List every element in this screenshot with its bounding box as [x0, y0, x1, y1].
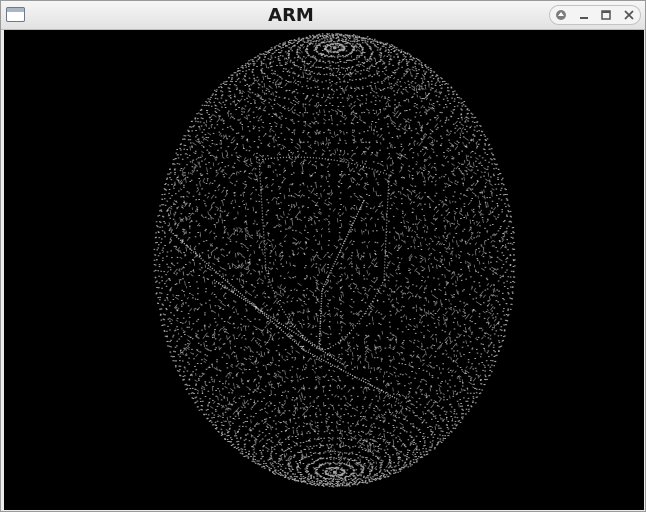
window-title: ARM: [268, 5, 314, 26]
ellipsoid-shell: [153, 33, 516, 488]
interior-hatching: [162, 40, 508, 481]
maximize-icon[interactable]: [597, 6, 615, 24]
diagonal-bands: [168, 199, 400, 401]
app-window: ARM: [0, 0, 646, 512]
close-icon[interactable]: [620, 6, 638, 24]
window-controls: [549, 5, 641, 25]
point-cloud: [153, 33, 516, 488]
shade-icon[interactable]: [552, 6, 570, 24]
render-canvas[interactable]: [4, 30, 644, 510]
minimize-icon[interactable]: [575, 6, 593, 24]
title-bar[interactable]: ARM: [1, 1, 645, 30]
